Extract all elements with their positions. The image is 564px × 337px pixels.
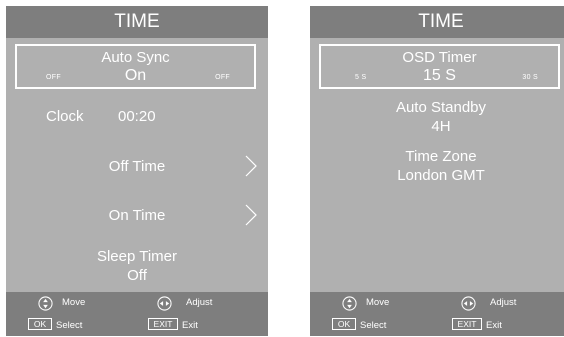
- up-down-arrows-icon: [38, 296, 53, 311]
- clock-value: 00:20: [118, 108, 156, 125]
- clock-label: Clock: [46, 108, 84, 125]
- osd-timer-label: OSD Timer: [402, 49, 477, 66]
- sleep-timer-value: Off: [127, 267, 147, 284]
- osd-timer-selector[interactable]: OSD Timer 15 S 5 S 30 S: [319, 44, 560, 89]
- select-hint-label: Select: [56, 320, 83, 331]
- auto-sync-selector[interactable]: Auto Sync On OFF OFF: [15, 44, 256, 89]
- auto-sync-min-label: OFF: [46, 74, 61, 81]
- off-time-label: Off Time: [108, 158, 166, 175]
- panel-title: TIME: [6, 6, 268, 38]
- left-right-arrows-icon: [157, 296, 172, 311]
- ok-key-icon: OK: [28, 318, 52, 330]
- time-menu-panel-right: TIME OSD Timer 15 S 5 S 30 S Auto Standb…: [310, 6, 564, 336]
- left-right-arrows-icon: [461, 296, 476, 311]
- sleep-timer-label: Sleep Timer: [96, 248, 178, 265]
- chevron-right-icon: [245, 155, 257, 177]
- move-hint-label: Move: [62, 297, 86, 308]
- chevron-right-icon: [245, 204, 257, 226]
- osd-timer-max-label: 30 S: [522, 74, 538, 81]
- auto-sync-max-label: OFF: [215, 74, 230, 81]
- time-zone-label: Time Zone: [405, 148, 477, 165]
- hint-bar: Move Adjust OK Select EXIT Exit: [6, 292, 268, 336]
- select-hint-label: Select: [360, 320, 387, 331]
- ok-key-icon: OK: [332, 318, 356, 330]
- move-hint-label: Move: [366, 297, 390, 308]
- on-time-label: On Time: [108, 207, 166, 224]
- time-zone-value: London GMT: [397, 167, 485, 184]
- auto-standby-value: 4H: [431, 118, 451, 135]
- panel-title: TIME: [310, 6, 564, 38]
- osd-timer-min-label: 5 S: [355, 74, 367, 81]
- exit-hint-label: Exit: [486, 320, 502, 331]
- exit-key-icon: EXIT: [452, 318, 482, 330]
- auto-standby-label: Auto Standby: [395, 99, 487, 116]
- adjust-hint-label: Adjust: [186, 297, 213, 308]
- hint-bar: Move Adjust OK Select EXIT Exit: [310, 292, 564, 336]
- adjust-hint-label: Adjust: [490, 297, 517, 308]
- auto-sync-label: Auto Sync: [101, 49, 170, 66]
- time-menu-panel-left: TIME Auto Sync On OFF OFF Clock 00:20 Of…: [6, 6, 268, 336]
- up-down-arrows-icon: [342, 296, 357, 311]
- exit-hint-label: Exit: [182, 320, 198, 331]
- exit-key-icon: EXIT: [148, 318, 178, 330]
